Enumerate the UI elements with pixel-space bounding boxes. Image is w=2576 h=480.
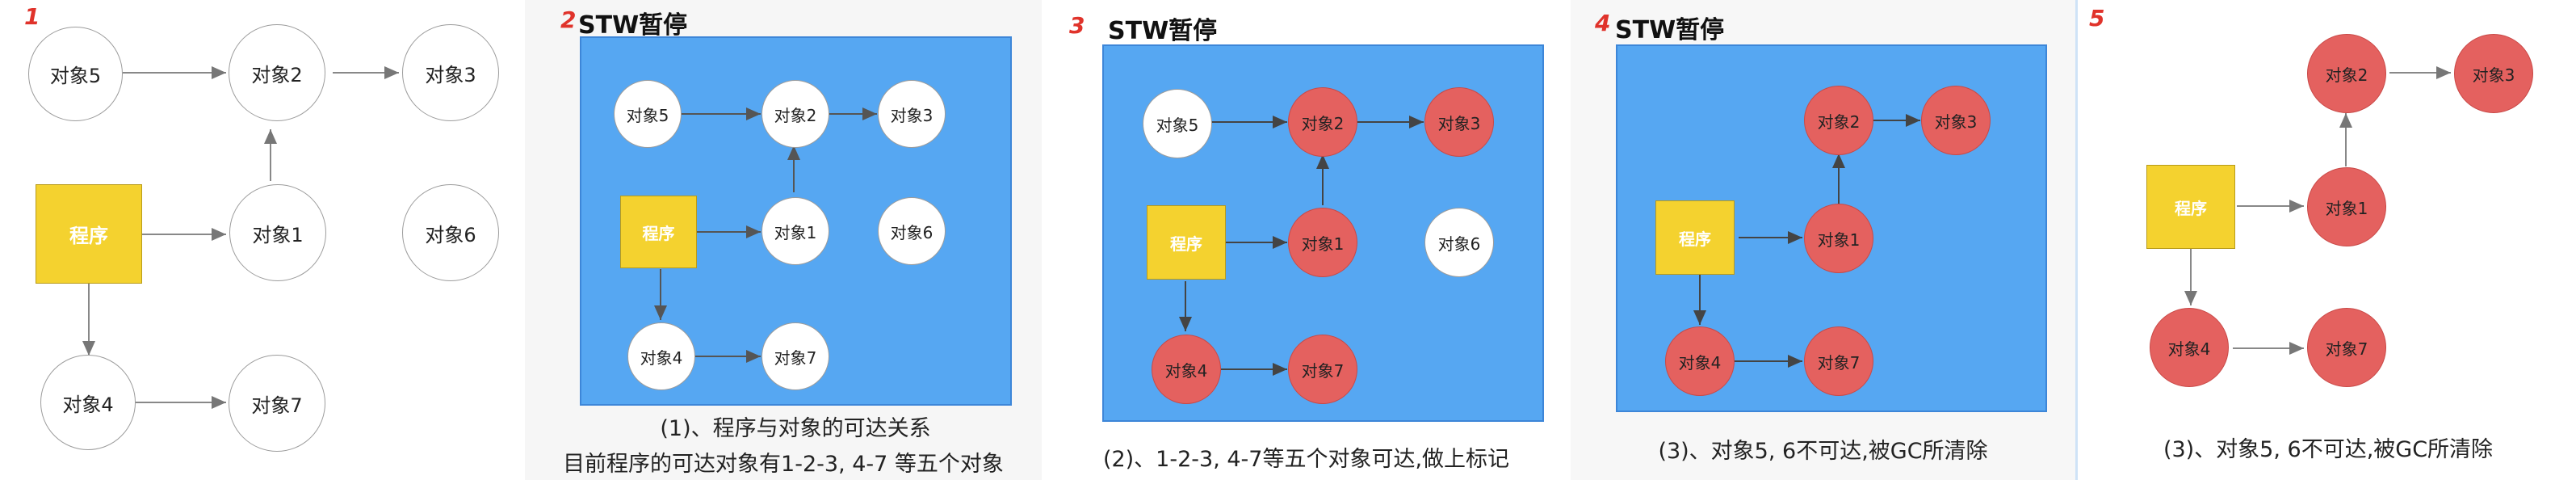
- node-object-4-marked: 对象4: [1152, 335, 1221, 404]
- panel-5: 5 对象2 对象3 程序 对象1 对象4 对象7 (3)、对象5, 6不可达,被…: [2075, 0, 2576, 480]
- program-box: 程序: [620, 196, 697, 268]
- node-object-7-marked: 对象7: [2307, 308, 2386, 387]
- caption: (3)、对象5, 6不可达,被GC所清除: [2163, 437, 2494, 462]
- node-object-5: 对象5: [28, 27, 123, 121]
- node-object-3-marked: 对象3: [1424, 87, 1494, 157]
- node-object-1-marked: 对象1: [1804, 204, 1873, 273]
- panel-number: 2: [560, 6, 577, 33]
- caption: (3)、对象5, 6不可达,被GC所清除: [1658, 439, 1988, 464]
- node-object-4-marked: 对象4: [1665, 326, 1735, 396]
- panel-2: 2 STW暂停 对象5 对象2 对象3 程序 对象1 对象6 对象4 对象7 (…: [525, 0, 1042, 480]
- node-object-4-marked: 对象4: [2150, 308, 2229, 387]
- panel-title: STW暂停: [1615, 16, 1725, 44]
- program-box: 程序: [1147, 205, 1226, 280]
- node-object-6: 对象6: [402, 184, 499, 281]
- node-object-2-marked: 对象2: [1804, 86, 1873, 155]
- node-object-4: 对象4: [40, 355, 136, 450]
- program-box: 程序: [1655, 200, 1735, 275]
- node-object-1: 对象1: [761, 197, 829, 265]
- panel-number: 4: [1595, 10, 1611, 36]
- program-box: 程序: [36, 184, 142, 284]
- node-object-7: 对象7: [229, 355, 325, 452]
- program-box: 程序: [2146, 165, 2235, 249]
- node-object-6: 对象6: [1424, 208, 1494, 277]
- panel-number: 5: [2089, 5, 2105, 32]
- node-object-2: 对象2: [761, 80, 829, 148]
- node-object-4: 对象4: [627, 322, 695, 390]
- node-object-1: 对象1: [229, 184, 326, 281]
- node-object-3-marked: 对象3: [2454, 34, 2533, 113]
- node-object-7-marked: 对象7: [1288, 335, 1357, 404]
- node-object-3-marked: 对象3: [1921, 86, 1991, 155]
- node-object-3: 对象3: [878, 80, 946, 148]
- node-object-1-marked: 对象1: [2307, 167, 2386, 246]
- caption: (2)、1-2-3, 4-7等五个对象可达,做上标记: [1102, 447, 1510, 472]
- node-object-5: 对象5: [614, 80, 682, 148]
- panel-number: 1: [24, 3, 40, 30]
- caption-line-1: (1)、程序与对象的可达关系: [660, 416, 931, 441]
- node-object-2: 对象2: [229, 24, 325, 121]
- node-object-6: 对象6: [878, 197, 946, 265]
- panel-title: STW暂停: [1108, 17, 1218, 45]
- node-object-1-marked: 对象1: [1288, 208, 1357, 277]
- panel-1: 1 对象5 对象2 对象3 程序 对象1 对象6 对象4 对象7: [0, 0, 525, 480]
- node-object-2-marked: 对象2: [1288, 87, 1357, 157]
- panel-4: 4 STW暂停 对象2 对象3 程序 对象1 对象4 对象7 (3)、对象5, …: [1571, 0, 2075, 480]
- panel-3: 3 STW暂停 对象5 对象2 对象3 程序 对象1 对象6 对象4 对象7 (…: [1042, 0, 1571, 480]
- panel-number: 3: [1069, 12, 1085, 39]
- node-object-7: 对象7: [761, 322, 829, 390]
- node-object-7-marked: 对象7: [1804, 326, 1873, 396]
- node-object-5: 对象5: [1143, 89, 1212, 158]
- caption-line-2: 目前程序的可达对象有1-2-3, 4-7 等五个对象: [563, 452, 1004, 477]
- panel-title: STW暂停: [578, 11, 688, 40]
- node-object-3: 对象3: [402, 24, 499, 121]
- node-object-2-marked: 对象2: [2307, 34, 2386, 113]
